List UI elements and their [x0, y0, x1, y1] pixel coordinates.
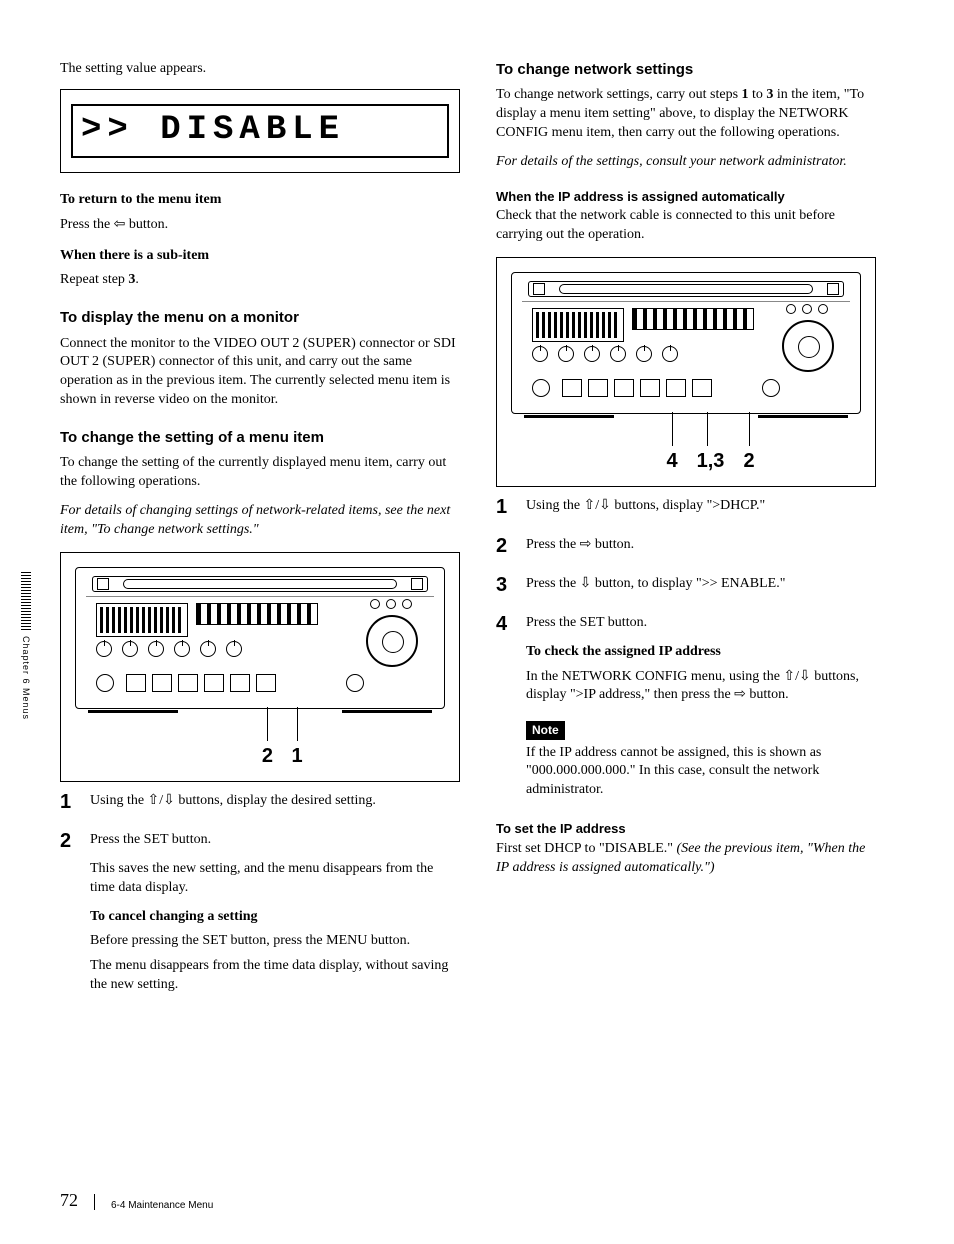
left-column: The setting value appears. >> DISABLE To… — [60, 60, 460, 1015]
network-heading: To change network settings — [496, 60, 876, 80]
intro-text: The setting value appears. — [60, 60, 460, 79]
step-number: 1 — [60, 792, 80, 817]
network-admin-note: For details of the settings, consult you… — [496, 153, 876, 172]
t: to — [749, 87, 767, 102]
cancel-title: To cancel changing a setting — [90, 908, 460, 927]
return-title: To return to the menu item — [60, 191, 460, 210]
step-body: Using the ⇧/⇩ buttons, display the desir… — [90, 792, 460, 817]
display-monitor-heading: To display the menu on a monitor — [60, 308, 460, 328]
callout-2b: 1,3 — [697, 448, 725, 475]
step: 1 Using the ⇧/⇩ buttons, display ">DHCP.… — [496, 497, 876, 522]
column-layout: The setting value appears. >> DISABLE To… — [60, 60, 894, 1015]
step-after: This saves the new setting, and the menu… — [90, 860, 460, 898]
right-column: To change network settings To change net… — [496, 60, 876, 1015]
lcd-screenshot-frame: >> DISABLE — [60, 89, 460, 173]
note-badge: Note — [526, 721, 565, 739]
note-body: If the IP address cannot be assigned, th… — [526, 744, 876, 801]
left-steps: 1 Using the ⇧/⇩ buttons, display the des… — [60, 792, 460, 1001]
step-number: 2 — [496, 536, 516, 561]
chapter-side-tab: Chapter 6 Menus — [20, 570, 32, 720]
callout-1a: 2 — [262, 743, 273, 770]
footer-separator — [94, 1194, 95, 1210]
section-label: 6-4 Maintenance Menu — [111, 1199, 213, 1213]
device-figure-2: 4 1,3 2 — [496, 257, 876, 487]
return-body: Press the ⇦ button. — [60, 216, 460, 235]
step-number: 2 — [60, 831, 80, 1001]
page-number: 72 — [60, 1188, 78, 1212]
step-body: Press the SET button. This saves the new… — [90, 831, 460, 1001]
page-footer: 72 6-4 Maintenance Menu — [60, 1188, 213, 1212]
change-setting-intro: To change the setting of the currently d… — [60, 454, 460, 492]
subitem-title: When there is a sub-item — [60, 247, 460, 266]
step: 2 Press the SET button. This saves the n… — [60, 831, 460, 1001]
step-number: 4 — [496, 614, 516, 806]
step-text: Press the ⇨ button. — [526, 536, 876, 555]
step-body: Press the SET button. To check the assig… — [526, 614, 876, 806]
step-text: Press the SET button. — [526, 614, 876, 633]
step-number: 1 — [496, 497, 516, 522]
device-illustration — [511, 272, 861, 414]
subitem-post: . — [135, 272, 139, 287]
change-setting-heading: To change the setting of a menu item — [60, 428, 460, 448]
device-figure-1: 2 1 — [60, 552, 460, 782]
step: 3 Press the ⇩ button, to display ">> ENA… — [496, 575, 876, 600]
callout-row-2: 4 1,3 2 — [511, 412, 861, 472]
subitem-pre: Repeat step — [60, 272, 128, 287]
display-monitor-body: Connect the monitor to the VIDEO OUT 2 (… — [60, 335, 460, 411]
auto-ip-intro: Check that the network cable is connecte… — [496, 207, 876, 245]
callout-2a: 4 — [666, 448, 677, 475]
step-text: Using the ⇧/⇩ buttons, display ">DHCP." — [526, 497, 876, 516]
step-text: Press the SET button. — [90, 831, 460, 850]
check-ip-body: In the NETWORK CONFIG menu, using the ⇧/… — [526, 668, 876, 706]
change-setting-note: For details of changing settings of netw… — [60, 502, 460, 540]
step-text: Using the ⇧/⇩ buttons, display the desir… — [90, 792, 460, 811]
t: To change network settings, carry out st… — [496, 87, 742, 102]
right-steps: 1 Using the ⇧/⇩ buttons, display ">DHCP.… — [496, 497, 876, 806]
step: 4 Press the SET button. To check the ass… — [496, 614, 876, 806]
auto-ip-heading: When the IP address is assigned automati… — [496, 188, 876, 206]
side-tab-hatch — [21, 570, 31, 630]
check-ip-title: To check the assigned IP address — [526, 643, 876, 662]
callout-1b: 1 — [291, 743, 302, 770]
t: First set DHCP to "DISABLE." — [496, 841, 676, 856]
page: Chapter 6 Menus The setting value appear… — [0, 0, 954, 1244]
callout-2c: 2 — [743, 448, 754, 475]
set-ip-body: First set DHCP to "DISABLE." (See the pr… — [496, 840, 876, 878]
cancel-body-2: The menu disappears from the time data d… — [90, 957, 460, 995]
network-intro: To change network settings, carry out st… — [496, 86, 876, 143]
lcd-value: >> DISABLE — [71, 104, 449, 158]
step-number: 3 — [496, 575, 516, 600]
callout-row-1: 2 1 — [75, 707, 445, 767]
step: 1 Using the ⇧/⇩ buttons, display the des… — [60, 792, 460, 817]
subitem-body: Repeat step 3. — [60, 271, 460, 290]
device-illustration — [75, 567, 445, 709]
set-ip-heading: To set the IP address — [496, 820, 876, 838]
side-tab-text: Chapter 6 Menus — [20, 636, 32, 720]
step: 2 Press the ⇨ button. — [496, 536, 876, 561]
t: 1 — [742, 87, 749, 102]
step-text: Press the ⇩ button, to display ">> ENABL… — [526, 575, 876, 594]
cancel-body-1: Before pressing the SET button, press th… — [90, 932, 460, 951]
